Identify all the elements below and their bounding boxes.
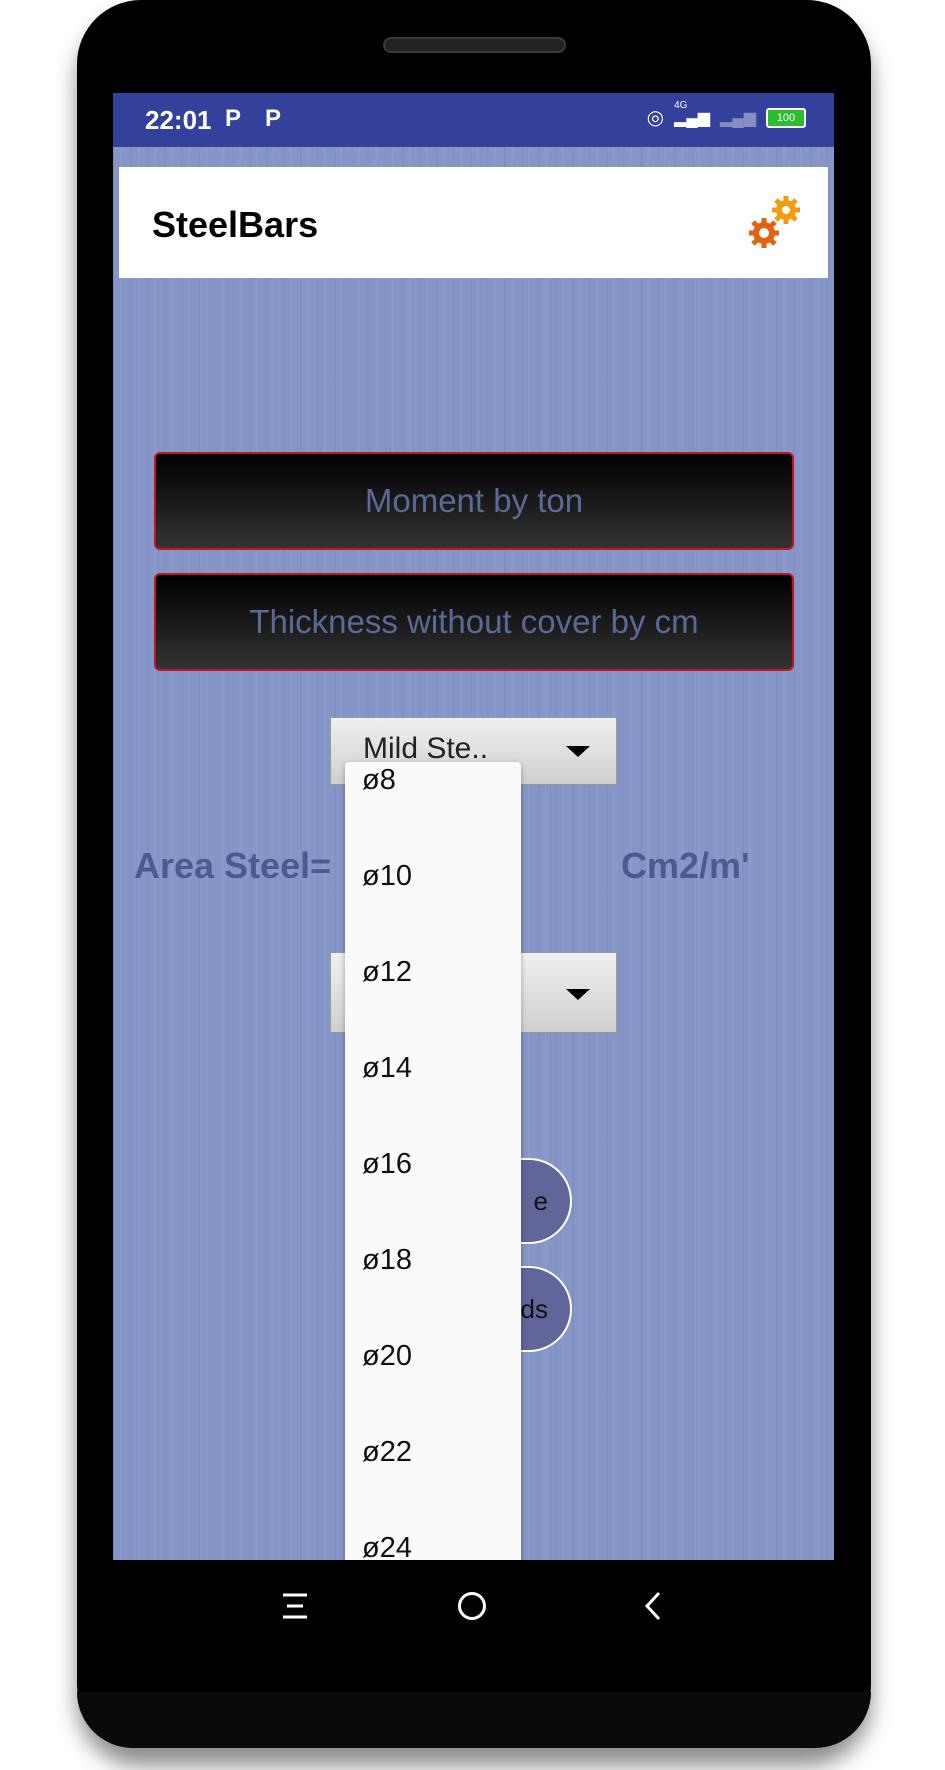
dropdown-item[interactable]: ø20	[362, 1340, 412, 1373]
moment-placeholder: Moment by ton	[364, 482, 584, 519]
navigation-bar	[113, 1560, 834, 1660]
phone-chin	[77, 1692, 871, 1748]
button-label: ds	[520, 1293, 548, 1324]
hotspot-icon: ◎	[646, 107, 665, 129]
diameter-dropdown-list[interactable]: ø8 ø10 ø12 ø14 ø16 ø18 ø20 ø22 ø24	[345, 762, 521, 1560]
dropdown-item[interactable]: ø14	[362, 1052, 412, 1085]
home-icon[interactable]	[457, 1591, 487, 1621]
steel-type-value: Mild Ste..	[363, 732, 489, 765]
clock: 22:01	[145, 105, 212, 135]
dropdown-arrow-icon	[566, 746, 590, 757]
area-steel-label: Area Steel=	[134, 845, 332, 886]
moment-input[interactable]: Moment by ton	[154, 452, 794, 550]
app-bar: SteelBars	[119, 167, 828, 278]
dropdown-item[interactable]: ø24	[362, 1532, 412, 1560]
battery-level: 100	[776, 111, 796, 124]
dropdown-item[interactable]: ø18	[362, 1244, 412, 1277]
thickness-placeholder: Thickness without cover by cm	[249, 603, 699, 640]
signal-icon: ▂▄▆ 4G	[674, 99, 711, 127]
button-label: e	[533, 1185, 548, 1216]
gears-icon[interactable]	[746, 193, 806, 253]
dropdown-item[interactable]: ø8	[362, 764, 396, 797]
dropdown-item[interactable]: ø10	[362, 860, 412, 893]
dropdown-arrow-icon	[566, 989, 590, 1000]
network-type: 4G	[674, 99, 688, 111]
p-icon: P	[225, 105, 242, 132]
dropdown-item[interactable]: ø16	[362, 1148, 412, 1181]
p-icon: P	[265, 105, 282, 132]
signal-weak-icon: ▂▄▆	[720, 109, 756, 127]
app-title: SteelBars	[152, 204, 319, 245]
area-unit-label: Cm2/m'	[621, 845, 750, 886]
back-icon[interactable]	[643, 1591, 663, 1621]
screen: 22:01 P P ◎ ▂▄▆ 4G ▂▄▆ 100 SteelBars Mome…	[113, 93, 834, 1560]
dropdown-item[interactable]: ø12	[362, 956, 412, 989]
speaker-grille	[383, 37, 566, 53]
dropdown-item[interactable]: ø22	[362, 1436, 412, 1469]
recents-icon[interactable]	[281, 1591, 309, 1621]
battery-icon: 100	[766, 107, 806, 128]
status-bar: 22:01 P P ◎ ▂▄▆ 4G ▂▄▆ 100	[113, 93, 834, 147]
thickness-input[interactable]: Thickness without cover by cm	[154, 573, 794, 671]
